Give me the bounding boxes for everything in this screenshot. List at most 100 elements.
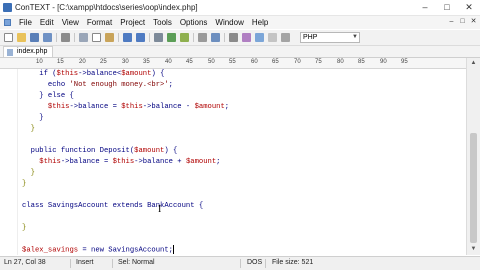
code-line[interactable]: } else { bbox=[22, 91, 229, 102]
code-token: ) { bbox=[151, 70, 165, 78]
tab-label: index.php bbox=[17, 48, 48, 55]
code-token: $amount bbox=[194, 103, 225, 111]
doc-restore-icon[interactable]: □ bbox=[458, 17, 467, 26]
code-line[interactable]: $alex_savings = new SavingsAccount; bbox=[22, 245, 229, 255]
highlighter-icon[interactable] bbox=[242, 33, 251, 42]
toolbar bbox=[0, 30, 480, 46]
code-line[interactable]: public function Deposit($amount) { bbox=[22, 146, 229, 157]
code-token: ->balance - bbox=[142, 103, 195, 111]
code-token: ->balance = bbox=[69, 103, 122, 111]
code-token: ) { bbox=[164, 147, 178, 155]
ruler-label: 95 bbox=[401, 59, 408, 65]
menu-help[interactable]: Help bbox=[248, 16, 272, 29]
ruler-label: 70 bbox=[294, 59, 301, 65]
find-next-icon[interactable] bbox=[180, 33, 189, 42]
save-icon[interactable] bbox=[30, 33, 39, 42]
ruler-label: 60 bbox=[251, 59, 258, 65]
code-line[interactable]: echo 'Not enough money.<br>'; bbox=[22, 80, 229, 91]
macro-icon[interactable] bbox=[255, 33, 264, 42]
redo-icon[interactable] bbox=[136, 33, 145, 42]
code-line[interactable]: } bbox=[22, 223, 229, 234]
toolbar-separator bbox=[149, 33, 150, 42]
status-selection: Sel: Normal bbox=[118, 259, 155, 266]
code-line[interactable]: } bbox=[22, 113, 229, 124]
scroll-up-icon[interactable]: ▲ bbox=[470, 60, 477, 67]
status-format: DOS bbox=[247, 259, 263, 266]
code-token: ; bbox=[216, 158, 221, 166]
highlighter-select-value: PHP bbox=[303, 34, 318, 41]
ruler-label: 25 bbox=[100, 59, 107, 65]
new-file-icon[interactable] bbox=[4, 33, 13, 42]
title-bar: ConTEXT - [C:\xampp\htdocs\series\oop\in… bbox=[0, 0, 480, 16]
run-icon[interactable] bbox=[229, 33, 238, 42]
save-all-icon[interactable] bbox=[43, 33, 52, 42]
ruler-label: 10 bbox=[36, 59, 43, 65]
doc-minimize-icon[interactable]: – bbox=[447, 17, 456, 26]
vertical-scrollbar[interactable]: ▲ ▼ bbox=[466, 58, 480, 255]
document-menu-icon[interactable] bbox=[4, 19, 11, 26]
close-icon[interactable]: ✕ bbox=[462, 2, 476, 13]
window-title: ConTEXT - [C:\xampp\htdocs\series\oop\in… bbox=[15, 3, 198, 12]
menu-file[interactable]: File bbox=[15, 16, 36, 29]
code-token: $this bbox=[121, 103, 143, 111]
bookmark-icon[interactable] bbox=[268, 33, 277, 42]
code-token: } bbox=[22, 125, 35, 133]
ruler-label: 15 bbox=[57, 59, 64, 65]
code-line[interactable]: $this->balance = $this->balance - $amoun… bbox=[22, 102, 229, 113]
toolbar-separator bbox=[224, 33, 225, 42]
menu-window[interactable]: Window bbox=[211, 16, 247, 29]
open-folder-icon[interactable] bbox=[17, 33, 26, 42]
paste-icon[interactable] bbox=[105, 33, 114, 42]
code-line[interactable]: } bbox=[22, 168, 229, 179]
code-token: } bbox=[22, 169, 35, 177]
window-controls: – □ ✕ bbox=[418, 2, 476, 13]
copy-icon[interactable] bbox=[92, 33, 101, 42]
menu-tools[interactable]: Tools bbox=[149, 16, 176, 29]
ruler-label: 85 bbox=[358, 59, 365, 65]
code-token: } bbox=[22, 224, 27, 232]
code-line[interactable] bbox=[22, 234, 229, 245]
status-separator bbox=[240, 259, 241, 268]
toolbar-separator bbox=[56, 33, 57, 42]
code-line[interactable] bbox=[22, 190, 229, 201]
code-line[interactable]: class SavingsAccount extends BankAccount… bbox=[22, 201, 229, 212]
undo-icon[interactable] bbox=[123, 33, 132, 42]
code-text[interactable]: if ($this->balance<$amount) { echo 'Not … bbox=[22, 69, 229, 255]
ruler-label: 45 bbox=[186, 59, 193, 65]
code-line[interactable] bbox=[22, 212, 229, 223]
doc-close-icon[interactable]: ✕ bbox=[469, 17, 478, 26]
code-token: class SavingsAccount extends BankAccount… bbox=[22, 202, 204, 210]
menu-project[interactable]: Project bbox=[116, 16, 149, 29]
menu-view[interactable]: View bbox=[58, 16, 83, 29]
highlighter-select[interactable]: PHP ▼ bbox=[300, 32, 360, 43]
caret bbox=[172, 245, 174, 254]
cut-icon[interactable] bbox=[79, 33, 88, 42]
code-line[interactable] bbox=[22, 135, 229, 146]
word-wrap-icon[interactable] bbox=[198, 33, 207, 42]
code-token: $this bbox=[22, 103, 70, 111]
code-editor[interactable]: if ($this->balance<$amount) { echo 'Not … bbox=[0, 69, 466, 255]
scrollbar-thumb[interactable] bbox=[470, 133, 477, 243]
maximize-icon[interactable]: □ bbox=[440, 2, 454, 13]
code-line[interactable]: } bbox=[22, 179, 229, 190]
tools-icon[interactable] bbox=[281, 33, 290, 42]
menu-options[interactable]: Options bbox=[176, 16, 212, 29]
code-line[interactable]: } bbox=[22, 124, 229, 135]
tab-index-php[interactable]: index.php bbox=[3, 46, 54, 57]
menu-format[interactable]: Format bbox=[83, 16, 116, 29]
menu-edit[interactable]: Edit bbox=[36, 16, 58, 29]
minimize-icon[interactable]: – bbox=[418, 2, 432, 13]
replace-icon[interactable] bbox=[167, 33, 176, 42]
scroll-down-icon[interactable]: ▼ bbox=[470, 246, 477, 253]
code-token: ->balance = bbox=[60, 158, 113, 166]
print-icon[interactable] bbox=[61, 33, 70, 42]
document-window-controls: – □ ✕ bbox=[447, 17, 478, 26]
settings-icon[interactable] bbox=[211, 33, 220, 42]
code-line[interactable]: $this->balance = $this->balance + $amoun… bbox=[22, 157, 229, 168]
code-line[interactable]: if ($this->balance<$amount) { bbox=[22, 69, 229, 80]
status-separator bbox=[112, 259, 113, 268]
find-icon[interactable] bbox=[154, 33, 163, 42]
code-token: if ( bbox=[22, 70, 57, 78]
text-cursor-icon: I bbox=[158, 204, 162, 215]
code-token: ->balance< bbox=[78, 70, 122, 78]
